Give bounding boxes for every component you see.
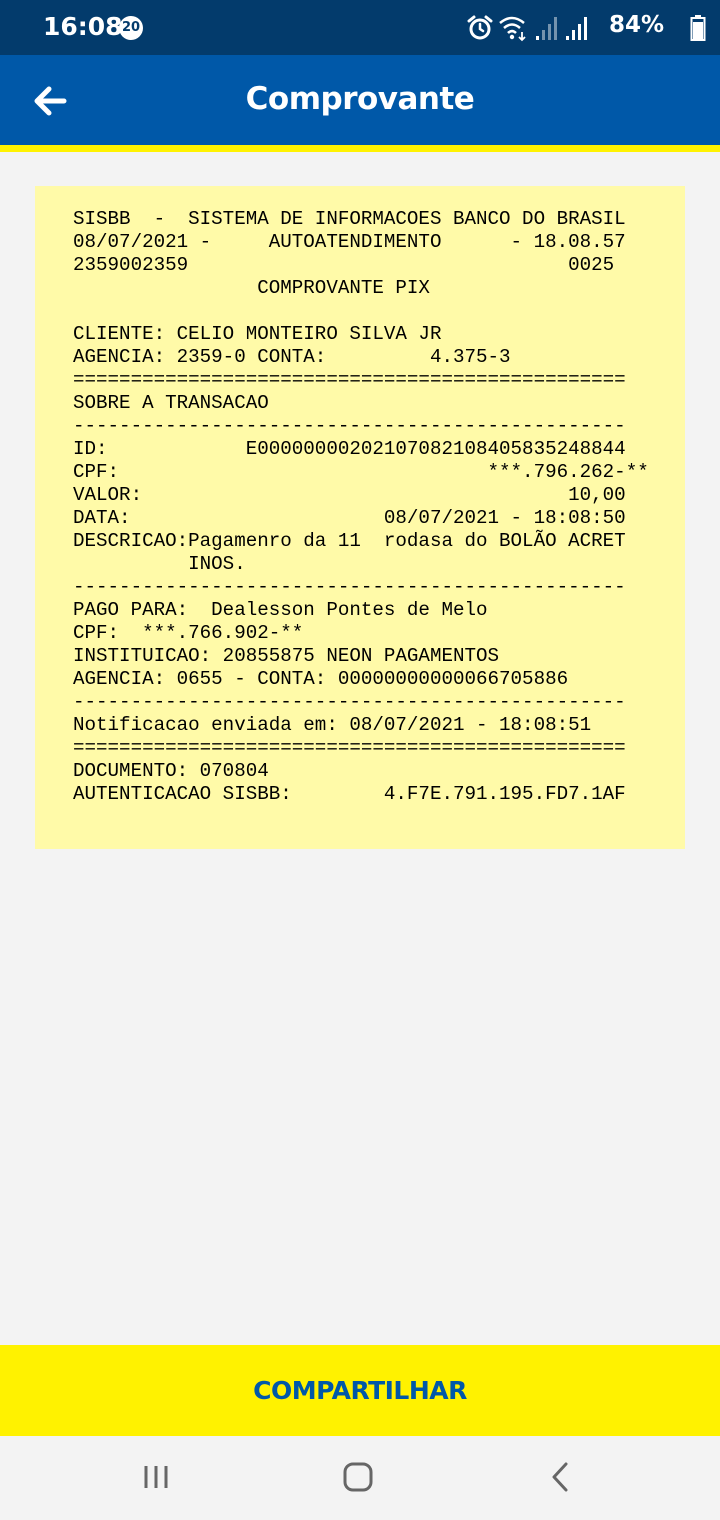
notification-count-badge: 20 — [119, 16, 143, 40]
receipt-line: 2359002359 0025 — [73, 254, 615, 276]
status-bar: 16:08 20 84% — [0, 0, 720, 55]
receipt-line: ========================================… — [73, 737, 626, 759]
receipt-line: ========================================… — [73, 369, 626, 391]
header-accent-stripe — [0, 145, 720, 152]
status-icons: 84% — [466, 10, 706, 46]
share-button[interactable]: COMPARTILHAR — [0, 1345, 720, 1436]
wifi-icon — [499, 16, 526, 42]
receipt-line: VALOR: 10,00 — [73, 484, 626, 506]
receipt-line: PAGO PARA: Dealesson Pontes de Melo — [73, 599, 488, 621]
receipt-line: ----------------------------------------… — [73, 576, 626, 598]
receipt-line: 08/07/2021 - AUTOATENDIMENTO - 18.08.57 — [73, 231, 626, 253]
receipt-line: COMPROVANTE PIX — [73, 277, 430, 299]
receipt-line: AUTENTICACAO SISBB: 4.F7E.791.195.FD7.1A… — [73, 783, 626, 805]
receipt-line: CLIENTE: CELIO MONTEIRO SILVA JR — [73, 323, 442, 345]
receipt-line: CPF: ***.766.902-** — [73, 622, 304, 644]
receipt-line: AGENCIA: 2359-0 CONTA: 4.375-3 — [73, 346, 511, 368]
status-time: 16:08 — [43, 12, 123, 41]
receipt-line: SISBB - SISTEMA DE INFORMACOES BANCO DO … — [73, 208, 626, 230]
back-icon — [552, 1462, 568, 1492]
recent-apps-button[interactable] — [126, 1456, 186, 1500]
signal-icon — [566, 17, 587, 40]
receipt-text: SISBB - SISTEMA DE INFORMACOES BANCO DO … — [73, 208, 649, 806]
nav-back-button[interactable] — [530, 1456, 590, 1500]
home-button[interactable] — [328, 1456, 388, 1500]
receipt-line: SOBRE A TRANSACAO — [73, 392, 269, 414]
receipt-line: INOS. — [73, 553, 246, 575]
receipt-line: Notificacao enviada em: 08/07/2021 - 18:… — [73, 714, 592, 736]
battery-percentage: 84% — [608, 12, 664, 38]
system-navigation-bar — [0, 1436, 720, 1520]
home-icon — [343, 1462, 373, 1492]
receipt-line: DOCUMENTO: 070804 — [73, 760, 269, 782]
receipt-line: ----------------------------------------… — [73, 691, 626, 713]
receipt-line: ----------------------------------------… — [73, 415, 626, 437]
pix-receipt: SISBB - SISTEMA DE INFORMACOES BANCO DO … — [35, 186, 685, 849]
battery-icon — [690, 15, 706, 41]
receipt-line: DESCRICAO:Pagamenro da 11 rodasa do BOLÃ… — [73, 530, 626, 552]
receipt-line: INSTITUICAO: 20855875 NEON PAGAMENTOS — [73, 645, 500, 667]
page-title: Comprovante — [245, 81, 475, 117]
receipt-line: AGENCIA: 0655 - CONTA: 00000000000066705… — [73, 668, 569, 690]
recent-apps-icon — [144, 1466, 168, 1488]
receipt-line: DATA: 08/07/2021 - 18:08:50 — [73, 507, 626, 529]
receipt-line: ID: E00000000202107082108405835248844 — [73, 438, 626, 460]
app-bar: Comprovante — [0, 55, 720, 145]
signal-icon — [536, 17, 557, 40]
alarm-icon — [467, 15, 493, 40]
receipt-line: CPF: ***.796.262-** — [73, 461, 649, 483]
